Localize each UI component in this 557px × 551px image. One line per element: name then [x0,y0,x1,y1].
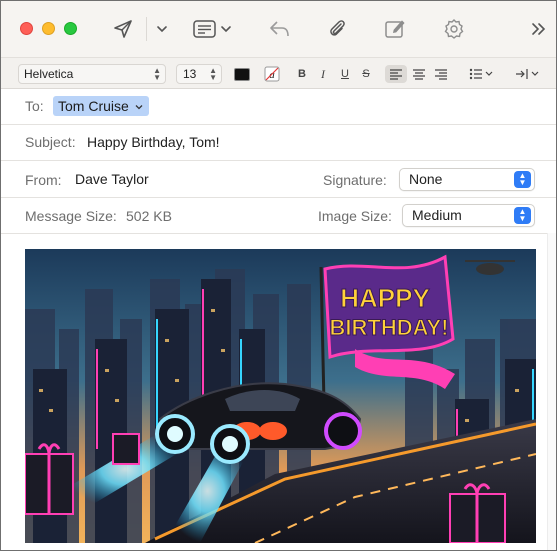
stepper-arrows-icon: ▲ ▼ [153,66,161,82]
background-color-button[interactable]: a [263,65,281,83]
align-center-button[interactable] [409,65,429,83]
send-options-button[interactable] [154,15,170,43]
message-size-label: Message Size: [25,208,117,224]
photo-browser-button[interactable] [441,15,467,43]
subject-input[interactable]: Happy Birthday, Tom! [87,134,220,150]
bold-button[interactable]: B [295,65,309,83]
list-style-button[interactable] [467,65,497,83]
title-toolbar [1,1,556,57]
double-chevron-right-icon [532,23,546,35]
font-family-value: Helvetica [24,67,74,81]
reply-button[interactable] [266,15,292,43]
signature-select[interactable]: None ▲ ▼ [399,168,535,191]
align-left-icon [390,69,402,80]
flag-line-2: BIRTHDAY! [330,315,449,340]
stepper-arrows-icon: ▲ ▼ [514,171,531,188]
stepper-arrows-icon: ▲ ▼ [514,207,531,224]
more-toolbar-button[interactable] [529,15,549,43]
from-account[interactable]: Dave Taylor [75,171,149,187]
align-center-icon [413,69,425,80]
signature-value: None [409,171,443,187]
image-size-select[interactable]: Medium ▲ ▼ [402,204,535,227]
from-row: From: Dave Taylor Signature: None ▲ ▼ [1,161,556,198]
underline-button[interactable]: U [338,65,352,83]
chevron-down-icon [135,105,143,110]
birthday-illustration: HAPPY BIRTHDAY! [25,249,536,543]
list-window-icon [192,20,216,38]
flag-line-1: HAPPY [340,283,430,313]
close-window-button[interactable] [20,22,33,35]
sticker-icon [444,19,464,39]
attach-button[interactable] [324,15,350,43]
font-family-select[interactable]: Helvetica ▲ ▼ [18,64,166,84]
send-button[interactable] [109,15,137,43]
recipient-token[interactable]: Tom Cruise [53,96,149,116]
format-bar: Helvetica ▲ ▼ 13 ▲ ▼ a B I U S [1,57,556,89]
size-row: Message Size: 502 KB Image Size: Medium … [1,198,556,234]
minimize-window-button[interactable] [42,22,55,35]
font-size-value: 13 [183,67,197,81]
birthday-image[interactable]: HAPPY BIRTHDAY! [25,249,536,543]
chevron-down-icon [157,26,167,33]
italic-button[interactable]: I [317,65,329,83]
subject-row: Subject: Happy Birthday, Tom! [1,125,556,161]
to-label: To: [25,98,44,114]
bulleted-list-icon [469,68,493,80]
align-left-button[interactable] [385,65,407,83]
from-label: From: [25,172,62,188]
align-right-button[interactable] [431,65,451,83]
toolbar-divider [146,17,147,41]
align-right-icon [435,69,447,80]
chevron-down-icon [220,26,231,33]
strikethrough-button[interactable]: S [359,65,373,83]
indent-button[interactable] [513,65,543,83]
paper-plane-icon [114,20,132,38]
text-color-swatch[interactable] [234,68,250,81]
image-size-value: Medium [412,207,462,223]
compose-window: Helvetica ▲ ▼ 13 ▲ ▼ a B I U S To: Tom C… [0,0,557,551]
paperclip-icon [330,20,345,36]
subject-label: Subject: [25,134,76,150]
markup-button[interactable] [382,15,408,43]
stepper-arrows-icon: ▲ ▼ [209,66,217,82]
indent-icon [516,69,539,79]
image-size-label: Image Size: [318,208,392,224]
reply-arrow-icon [270,21,289,37]
zoom-window-button[interactable] [64,22,77,35]
recipient-name: Tom Cruise [58,98,129,114]
font-size-select[interactable]: 13 ▲ ▼ [176,64,222,84]
message-size-value: 502 KB [126,208,172,224]
compose-pencil-icon [385,20,405,38]
background-glyph: a [269,69,275,81]
signature-label: Signature: [323,172,387,188]
text-background-color-icon: a [264,66,280,82]
header-fields-button[interactable] [191,15,233,43]
body-scrollbar[interactable] [547,233,556,550]
